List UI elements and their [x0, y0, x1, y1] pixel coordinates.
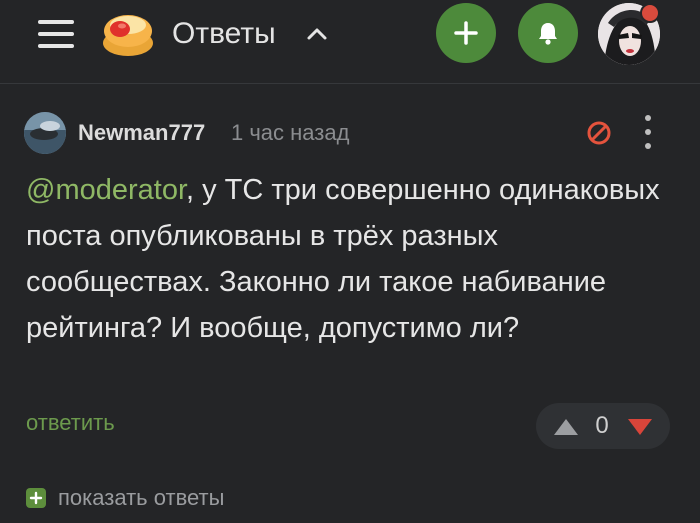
- page-title[interactable]: Ответы: [172, 14, 276, 54]
- comment-text: @moderator, у ТС три совершенно одинаков…: [26, 167, 666, 351]
- comment-header: Newman777 1 час назад: [24, 112, 684, 154]
- user-avatar[interactable]: [24, 112, 66, 154]
- plus-square-icon: [26, 488, 46, 508]
- notifications-button[interactable]: [518, 3, 578, 63]
- chevron-up-icon[interactable]: [306, 24, 328, 42]
- bell-icon: [539, 23, 557, 45]
- ban-icon[interactable]: [586, 120, 612, 146]
- app-screen: Ответы Newman777 1 час назад @moderator,…: [0, 0, 700, 523]
- comment-timestamp[interactable]: 1 час назад: [231, 120, 349, 146]
- triangle-up-icon[interactable]: [552, 417, 580, 437]
- triangle-down-icon[interactable]: [626, 417, 654, 437]
- reply-button[interactable]: ответить: [26, 409, 115, 437]
- add-post-button[interactable]: [436, 3, 496, 63]
- pikabu-logo[interactable]: [100, 9, 156, 59]
- hamburger-icon[interactable]: [36, 16, 76, 52]
- comment-author[interactable]: Newman777: [78, 120, 205, 146]
- rating-count: 0: [595, 412, 609, 439]
- user-mention-link[interactable]: @moderator: [26, 174, 186, 206]
- top-navigation-bar: Ответы: [0, 0, 700, 84]
- show-replies-label: показать ответы: [58, 485, 225, 510]
- notification-badge: [640, 3, 660, 23]
- plus-icon: [454, 21, 478, 45]
- rating-control: 0: [536, 403, 670, 449]
- more-vertical-icon[interactable]: [640, 115, 656, 149]
